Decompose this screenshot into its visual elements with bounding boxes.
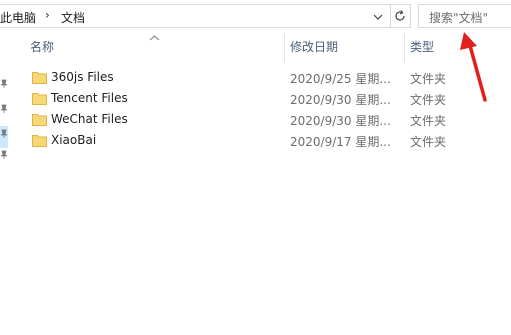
breadcrumb-this-pc[interactable]: 此电脑 bbox=[0, 9, 36, 26]
annotation-arrow-icon bbox=[455, 28, 495, 108]
search-input[interactable]: 搜索"文档" bbox=[418, 4, 511, 28]
breadcrumb-separator[interactable]: › bbox=[45, 8, 50, 22]
column-divider[interactable] bbox=[404, 34, 405, 62]
column-header-date[interactable]: 修改日期 bbox=[290, 38, 338, 60]
refresh-button[interactable] bbox=[391, 4, 411, 28]
pin-icon bbox=[0, 149, 8, 159]
search-placeholder: 搜索"文档" bbox=[429, 11, 489, 25]
address-bar[interactable]: 此电脑 › 文档 bbox=[0, 4, 391, 28]
list-item[interactable]: WeChat Files 2020/9/30 星期... 文件夹 bbox=[28, 110, 468, 131]
list-item[interactable]: XiaoBai 2020/9/17 星期... 文件夹 bbox=[28, 131, 468, 152]
pin-icon bbox=[0, 103, 8, 113]
file-date: 2020/9/17 星期... bbox=[290, 135, 391, 149]
pin-icon bbox=[0, 78, 8, 88]
file-date: 2020/9/30 星期... bbox=[290, 93, 391, 107]
file-date: 2020/9/25 星期... bbox=[290, 72, 391, 86]
list-item[interactable]: Tencent Files 2020/9/30 星期... 文件夹 bbox=[28, 89, 468, 110]
folder-icon bbox=[32, 134, 47, 147]
breadcrumb-documents[interactable]: 文档 bbox=[61, 9, 85, 26]
folder-icon bbox=[32, 71, 47, 84]
file-type: 文件夹 bbox=[410, 72, 447, 86]
pin-icon bbox=[0, 128, 8, 138]
column-header-name[interactable]: 名称 bbox=[30, 38, 54, 60]
file-type: 文件夹 bbox=[410, 114, 447, 128]
file-type: 文件夹 bbox=[410, 135, 447, 149]
list-item[interactable]: 360js Files 2020/9/25 星期... 文件夹 bbox=[28, 68, 468, 89]
file-date: 2020/9/30 星期... bbox=[290, 114, 391, 128]
file-type: 文件夹 bbox=[410, 93, 447, 107]
chevron-down-icon[interactable] bbox=[370, 10, 386, 24]
navigation-pane[interactable] bbox=[0, 32, 10, 335]
folder-icon bbox=[32, 92, 47, 105]
file-name[interactable]: 360js Files bbox=[51, 70, 114, 84]
column-header-type[interactable]: 类型 bbox=[410, 38, 434, 60]
file-name[interactable]: WeChat Files bbox=[51, 112, 128, 126]
column-divider[interactable] bbox=[284, 34, 285, 62]
file-name[interactable]: XiaoBai bbox=[51, 133, 96, 147]
file-name[interactable]: Tencent Files bbox=[51, 91, 128, 105]
refresh-icon bbox=[393, 9, 407, 26]
sort-up-icon bbox=[149, 31, 160, 41]
folder-icon bbox=[32, 113, 47, 126]
